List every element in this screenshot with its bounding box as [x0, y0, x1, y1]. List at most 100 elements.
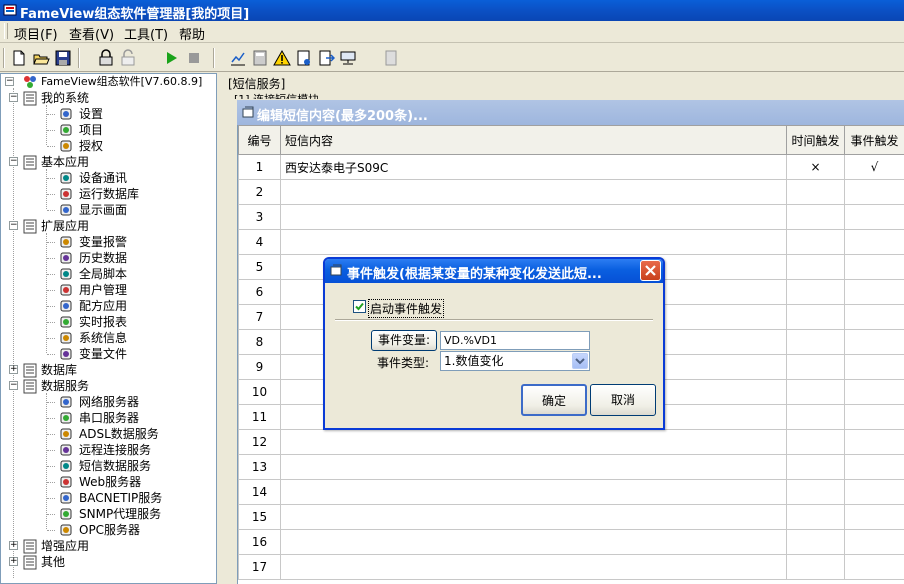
- row-number-cell[interactable]: 8: [238, 329, 281, 355]
- unlock-icon[interactable]: [119, 49, 137, 67]
- time-trigger-cell[interactable]: [786, 179, 845, 205]
- event-trigger-cell[interactable]: [844, 479, 904, 505]
- tree-item[interactable]: 用户管理: [38, 282, 215, 298]
- sms-content-cell[interactable]: [280, 454, 787, 480]
- event-trigger-cell[interactable]: [844, 404, 904, 430]
- dialog-close-button[interactable]: [640, 260, 661, 281]
- sms-content-cell[interactable]: [280, 429, 787, 455]
- tree-item[interactable]: 项目: [38, 122, 215, 138]
- time-trigger-cell[interactable]: [786, 254, 845, 280]
- row-number-cell[interactable]: 11: [238, 404, 281, 430]
- menu-view[interactable]: 查看(V): [69, 24, 114, 43]
- tree-item[interactable]: 历史数据: [38, 250, 215, 266]
- row-number-cell[interactable]: 2: [238, 179, 281, 205]
- time-trigger-cell[interactable]: ×: [786, 154, 845, 180]
- table-row[interactable]: 13: [238, 454, 904, 480]
- row-number-cell[interactable]: 4: [238, 229, 281, 255]
- table-row[interactable]: 15: [238, 504, 904, 530]
- time-trigger-cell[interactable]: [786, 479, 845, 505]
- event-trigger-cell[interactable]: [844, 254, 904, 280]
- event-type-select[interactable]: 1.数值变化: [440, 351, 590, 371]
- collapse-toggle[interactable]: −: [9, 221, 18, 230]
- tree-item[interactable]: SNMP代理服务: [38, 506, 215, 522]
- tree-item[interactable]: 远程连接服务: [38, 442, 215, 458]
- save-icon[interactable]: [54, 49, 72, 67]
- tree-item[interactable]: 授权: [38, 138, 215, 154]
- event-variable-input[interactable]: VD.%VD1: [440, 331, 590, 350]
- row-number-cell[interactable]: 9: [238, 354, 281, 380]
- run-icon[interactable]: [162, 49, 180, 67]
- document-icon[interactable]: [295, 49, 313, 67]
- time-trigger-cell[interactable]: [786, 304, 845, 330]
- time-trigger-cell[interactable]: [786, 529, 845, 555]
- event-trigger-cell[interactable]: [844, 329, 904, 355]
- table-row[interactable]: 12: [238, 429, 904, 455]
- network-icon[interactable]: [339, 49, 357, 67]
- time-trigger-cell[interactable]: [786, 554, 845, 580]
- chart-icon[interactable]: [229, 49, 247, 67]
- time-trigger-cell[interactable]: [786, 454, 845, 480]
- sms-content-cell[interactable]: [280, 229, 787, 255]
- tree-item[interactable]: 串口服务器: [38, 410, 215, 426]
- table-row[interactable]: 1 西安达泰电子S09C × √: [238, 154, 904, 180]
- sms-content-cell[interactable]: [280, 179, 787, 205]
- tree-item[interactable]: − 扩展应用: [5, 218, 215, 234]
- tree-item[interactable]: OPC服务器: [38, 522, 215, 538]
- lock-icon[interactable]: [97, 49, 115, 67]
- book-icon[interactable]: [382, 49, 400, 67]
- time-trigger-cell[interactable]: [786, 329, 845, 355]
- menu-tools[interactable]: 工具(T): [124, 24, 168, 43]
- row-number-cell[interactable]: 16: [238, 529, 281, 555]
- stop-icon[interactable]: [185, 49, 203, 67]
- event-trigger-cell[interactable]: [844, 454, 904, 480]
- row-number-cell[interactable]: 15: [238, 504, 281, 530]
- tree-item[interactable]: BACNETIP服务: [38, 490, 215, 506]
- row-number-cell[interactable]: 1: [238, 154, 281, 180]
- tree-item[interactable]: − 我的系统: [5, 90, 215, 106]
- expand-toggle[interactable]: +: [9, 365, 18, 374]
- row-number-cell[interactable]: 6: [238, 279, 281, 305]
- tree-item[interactable]: 全局脚本: [38, 266, 215, 282]
- sms-content-cell[interactable]: [280, 204, 787, 230]
- event-trigger-cell[interactable]: [844, 304, 904, 330]
- time-trigger-cell[interactable]: [786, 379, 845, 405]
- tree-item[interactable]: 设置: [38, 106, 215, 122]
- tree-item[interactable]: ADSL数据服务: [38, 426, 215, 442]
- event-trigger-cell[interactable]: [844, 229, 904, 255]
- event-trigger-cell[interactable]: [844, 204, 904, 230]
- col-header-number[interactable]: 编号: [238, 125, 281, 155]
- tree-item[interactable]: 实时报表: [38, 314, 215, 330]
- time-trigger-cell[interactable]: [786, 429, 845, 455]
- enable-event-label[interactable]: 启动事件触发: [368, 299, 445, 318]
- row-number-cell[interactable]: 5: [238, 254, 281, 280]
- row-number-cell[interactable]: 10: [238, 379, 281, 405]
- ok-button[interactable]: 确定: [521, 384, 587, 416]
- tree-item[interactable]: 短信数据服务: [38, 458, 215, 474]
- event-variable-button[interactable]: 事件变量:: [371, 330, 437, 351]
- sms-content-cell[interactable]: [280, 529, 787, 555]
- cancel-button[interactable]: 取消: [590, 384, 656, 416]
- tree-item[interactable]: − 数据服务: [5, 378, 215, 394]
- tree-item[interactable]: + 其他: [5, 554, 215, 570]
- event-trigger-cell[interactable]: [844, 429, 904, 455]
- table-row[interactable]: 16: [238, 529, 904, 555]
- expand-toggle[interactable]: +: [9, 557, 18, 566]
- table-row[interactable]: 17: [238, 554, 904, 580]
- collapse-toggle[interactable]: −: [9, 93, 18, 102]
- table-row[interactable]: 14: [238, 479, 904, 505]
- warning-icon[interactable]: [273, 49, 291, 67]
- table-row[interactable]: 2: [238, 179, 904, 205]
- time-trigger-cell[interactable]: [786, 279, 845, 305]
- tree-item[interactable]: 网络服务器: [38, 394, 215, 410]
- row-number-cell[interactable]: 12: [238, 429, 281, 455]
- tree-item[interactable]: 运行数据库: [38, 186, 215, 202]
- tree-item[interactable]: 系统信息: [38, 330, 215, 346]
- expand-toggle[interactable]: +: [9, 541, 18, 550]
- event-trigger-cell[interactable]: [844, 379, 904, 405]
- menu-help[interactable]: 帮助: [179, 24, 205, 43]
- time-trigger-cell[interactable]: [786, 229, 845, 255]
- tree-item[interactable]: Web服务器: [38, 474, 215, 490]
- table-row[interactable]: 3: [238, 204, 904, 230]
- event-trigger-cell[interactable]: [844, 504, 904, 530]
- time-trigger-cell[interactable]: [786, 354, 845, 380]
